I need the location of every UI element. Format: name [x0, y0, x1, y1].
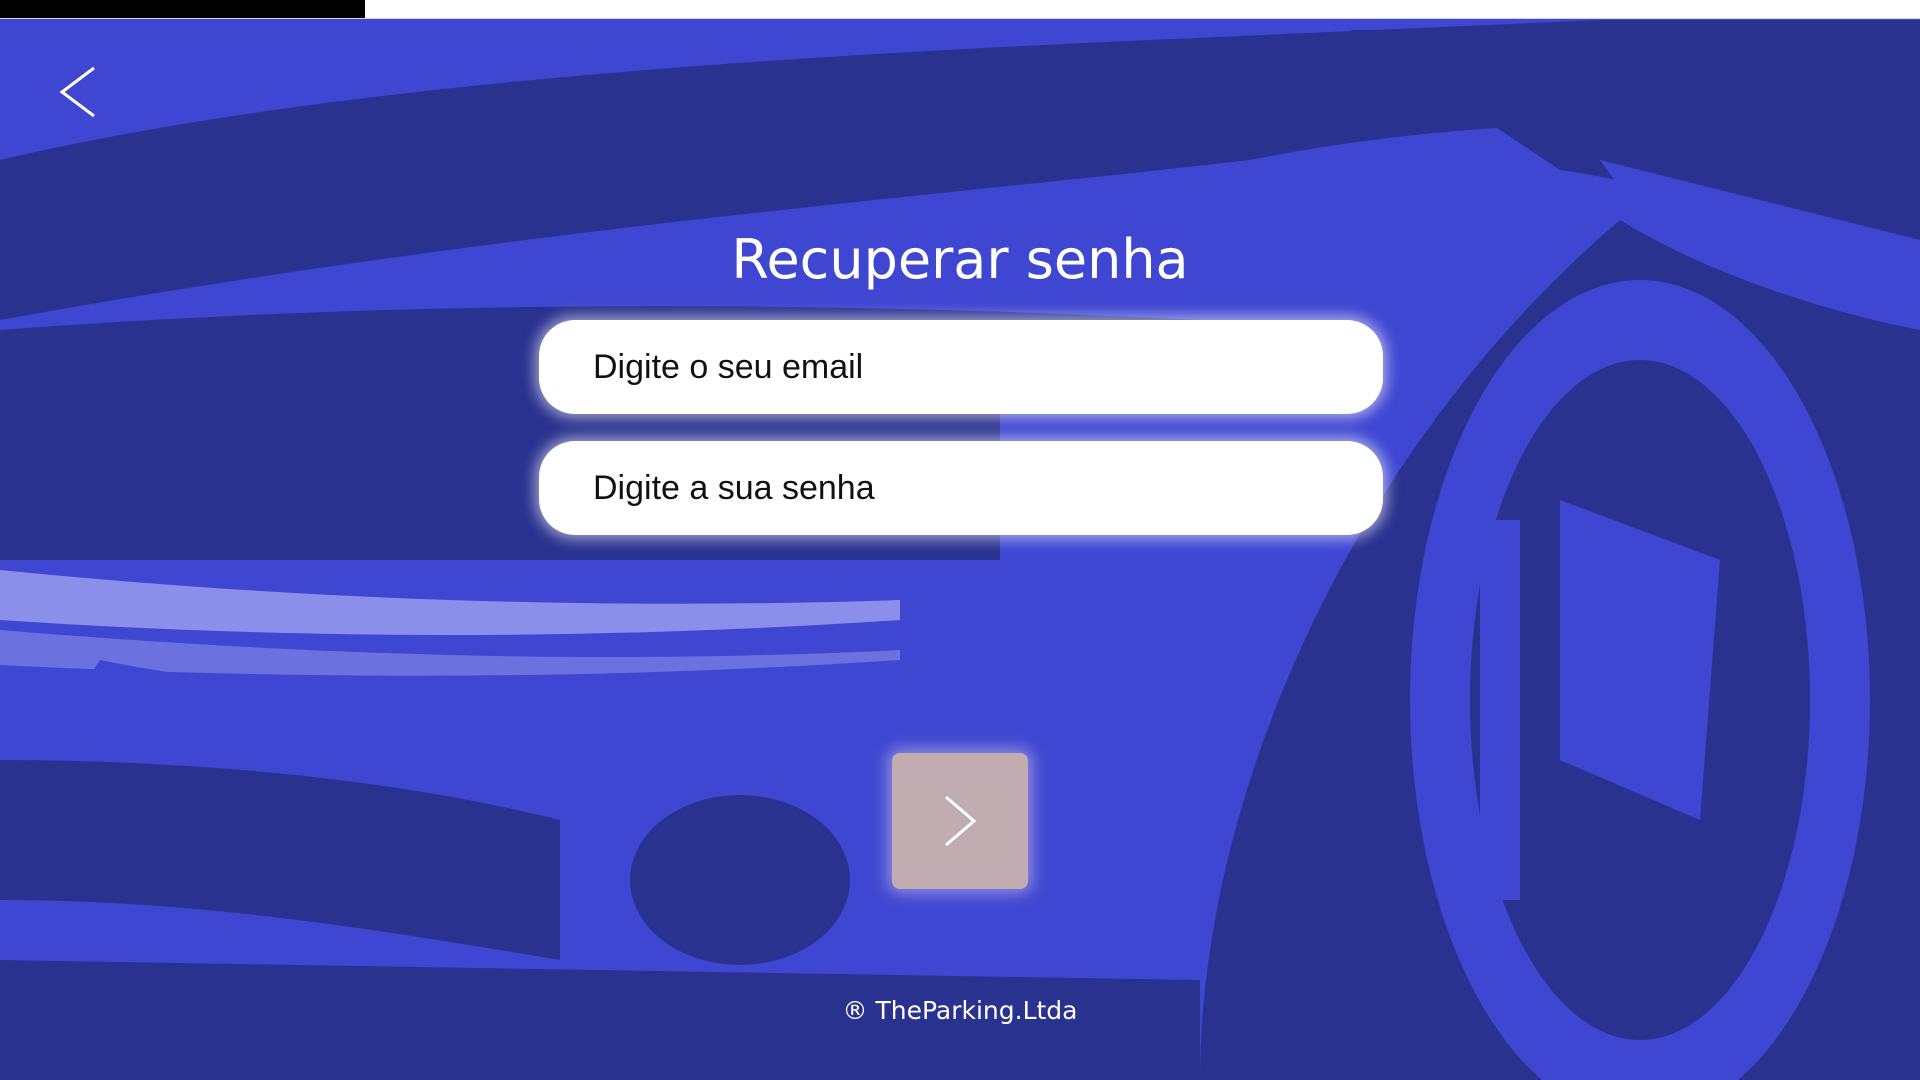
page-title: Recuperar senha — [731, 228, 1189, 291]
email-field[interactable] — [591, 346, 1383, 388]
copyright-footer: ® TheParking.Ltda — [842, 996, 1078, 1025]
progress-bar-fill — [0, 0, 365, 18]
car-background-image — [0, 0, 1920, 1080]
password-field[interactable] — [591, 467, 1383, 509]
back-button[interactable] — [50, 62, 110, 122]
recover-password-screen: Recuperar senha ® TheParking.Ltda — [0, 0, 1920, 1080]
password-field-container[interactable] — [539, 441, 1383, 535]
progress-bar — [0, 0, 1920, 19]
next-button[interactable] — [892, 753, 1028, 889]
email-field-container[interactable] — [539, 320, 1383, 414]
chevron-right-icon — [945, 795, 977, 847]
chevron-left-icon — [59, 66, 95, 118]
